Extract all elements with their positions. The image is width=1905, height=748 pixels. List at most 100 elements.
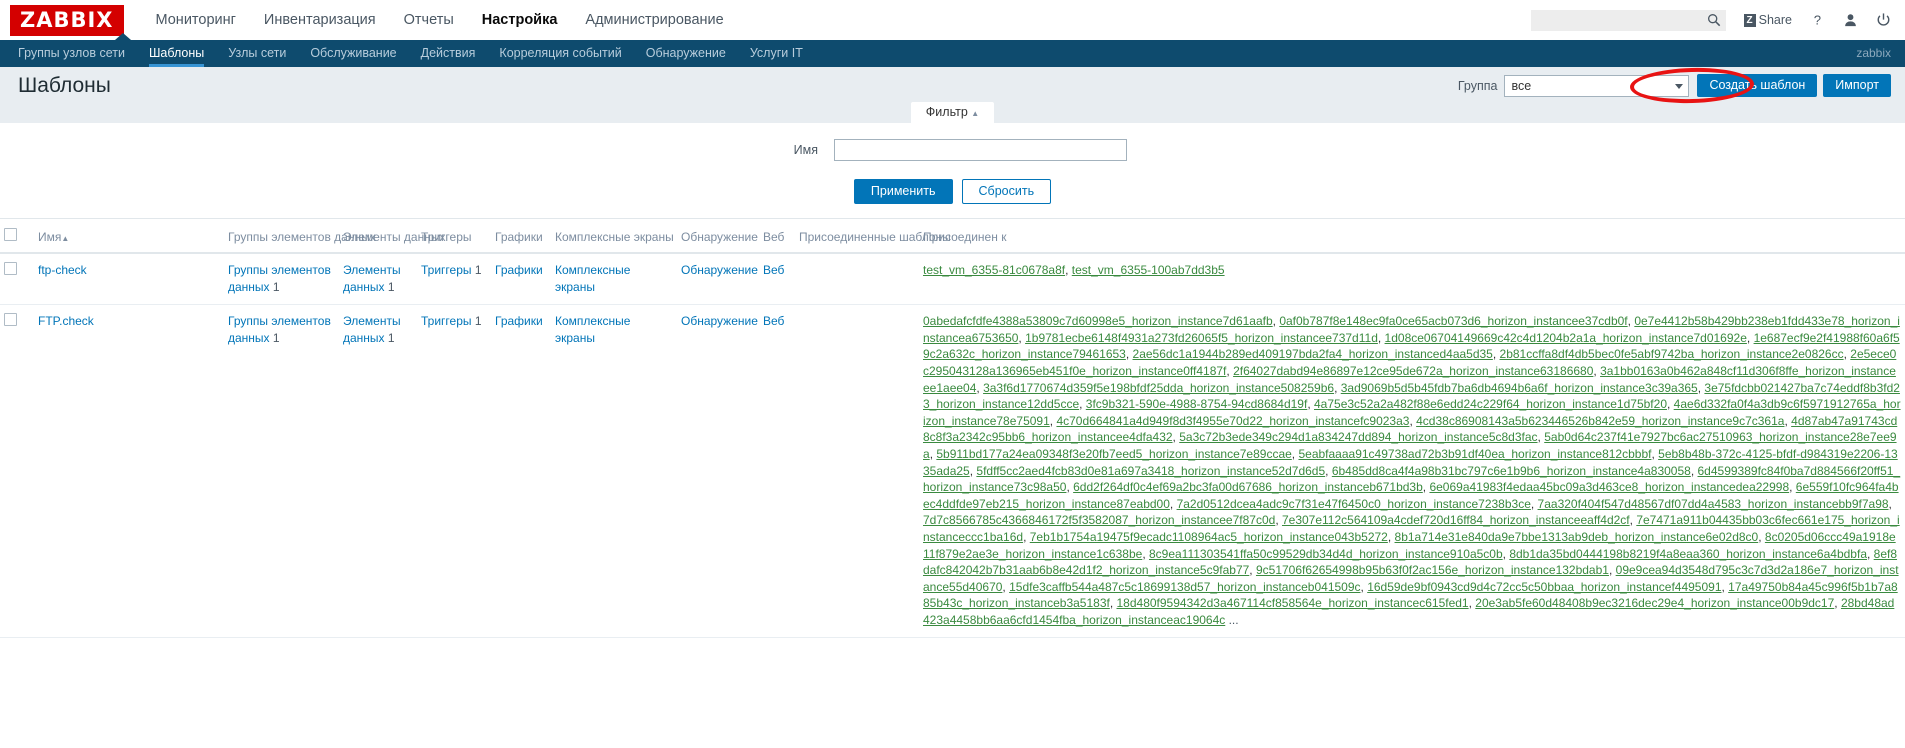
- linked-host-link[interactable]: 6b485dd8ca4f4a98b31bc797c6e1b9b6_horizon…: [1332, 464, 1691, 478]
- zabbix-logo[interactable]: ZABBIX: [10, 5, 124, 36]
- select-all-checkbox[interactable]: [4, 228, 17, 241]
- linked-host-link[interactable]: 7aa320f404f547d48567df07dd4a4583_horizon…: [1538, 497, 1889, 511]
- apply-button[interactable]: Применить: [854, 179, 953, 204]
- linked-host-link[interactable]: 6e069a41983f4edaa45bc09a3d463ce8_horizon…: [1429, 480, 1789, 494]
- discovery-link[interactable]: Обнаружение: [681, 314, 758, 328]
- graphs-link[interactable]: Графики: [495, 314, 543, 328]
- linked-host-link[interactable]: 2f64027dabd94e86897e12ce95de672a_horizon…: [1233, 364, 1593, 378]
- linked-host-link[interactable]: 4cd38c86908143a5b623446526b842e59_horizo…: [1416, 414, 1784, 428]
- linked-host-link[interactable]: 4a75e3c52a2a482f88e6edd24c229f64_horizon…: [1314, 397, 1667, 411]
- row-checkbox[interactable]: [4, 313, 17, 326]
- linked-host-link[interactable]: 3fc9b321-590e-4988-8754-94cd8684d19f: [1086, 397, 1308, 411]
- discovery-link[interactable]: Обнаружение: [681, 263, 758, 277]
- item-groups-link-count: 1: [270, 280, 280, 294]
- graphs-link[interactable]: Графики: [495, 263, 543, 277]
- filter-tab-row: Фильтр ▲: [0, 104, 1905, 123]
- share-label: Share: [1759, 13, 1792, 27]
- web-link[interactable]: Веб: [763, 263, 784, 277]
- linked-host-link[interactable]: 7e307e112c564109a4cdef720d16ff84_horizon…: [1282, 513, 1630, 527]
- search-box[interactable]: [1531, 10, 1726, 31]
- linked-host-link[interactable]: 5fdff5cc2aed4fcb83d0e81a697a3418_horizon…: [976, 464, 1325, 478]
- filter-tab[interactable]: Фильтр ▲: [911, 102, 994, 123]
- linked-host-link[interactable]: 1b9781ecbe6148f4931a273fd26065f5_horizon…: [1025, 331, 1378, 345]
- linked-host-link[interactable]: test_vm_6355-100ab7dd3b5: [1072, 263, 1225, 277]
- linked-host-link[interactable]: 0abedafcfdfe4388a53809c7d60998e5_horizon…: [923, 314, 1273, 328]
- linked-host-link[interactable]: 0af0b787f8e148ec9fa0ce65acb073d6_horizon…: [1279, 314, 1627, 328]
- linked-host-link[interactable]: 5b911bd177a24ea09348f3e20fb7eed5_horizon…: [936, 447, 1291, 461]
- subnav-item-discovery[interactable]: Обнаружение: [634, 40, 738, 67]
- row-select-cell: [0, 305, 34, 638]
- linked-host-link[interactable]: 7d7c8566785c4366846172f5f3582087_horizon…: [923, 513, 1275, 527]
- linked-host-link[interactable]: 2b81ccffa8df4db5bec0fe5abf9742ba_horizon…: [1500, 347, 1844, 361]
- linked-to-cell: 0abedafcfdfe4388a53809c7d60998e5_horizon…: [919, 305, 1905, 638]
- help-icon[interactable]: ?: [1810, 12, 1825, 28]
- triggers-link[interactable]: Триггеры: [421, 263, 472, 277]
- triggers-cell: Триггеры 1: [417, 253, 491, 305]
- header-graphs: Графики: [491, 219, 551, 253]
- linked-host-link[interactable]: 5eabfaaaa91c49738ad72b3b91df40ea_horizon…: [1298, 447, 1651, 461]
- linked-host-link[interactable]: 16d59de9bf0943cd9d4c72cc5c50bbaa_horizon…: [1367, 580, 1721, 594]
- linked-host-link[interactable]: 8db1da35bd0444198b8219f4a8eaa360_horizon…: [1509, 547, 1867, 561]
- create-template-button[interactable]: Создать шаблон: [1697, 74, 1817, 97]
- linked-host-link[interactable]: 5a3c72b3ede349c294d1a834247dd894_horizon…: [1179, 430, 1537, 444]
- linked-host-link[interactable]: 3a3f6d1770674d359f5e198bfdf25dda_horizon…: [983, 381, 1334, 395]
- header-item-groups: Группы элементов данных: [224, 219, 339, 253]
- web-link[interactable]: Веб: [763, 314, 784, 328]
- linked-host-link[interactable]: 7a2d0512dcea4adc9c7f31e47f6450c0_horizon…: [1177, 497, 1531, 511]
- nav-pointer-icon: [115, 33, 131, 40]
- linked-host-link[interactable]: 15dfe3caffb544a487c5c18699138d57_horizon…: [1009, 580, 1360, 594]
- linked-host-link[interactable]: 2ae56dc1a1944b289ed409197bda2fa4_horizon…: [1133, 347, 1493, 361]
- search-input[interactable]: [1531, 10, 1726, 31]
- subnav-item-hosts[interactable]: Узлы сети: [216, 40, 298, 67]
- filter-name-label: Имя: [778, 143, 818, 157]
- filter-name-input[interactable]: [834, 139, 1127, 161]
- main-navigation: Мониторинг Инвентаризация Отчеты Настрой…: [142, 0, 738, 40]
- linked-host-link[interactable]: 7eb1b1754a19475f9ecadc1108964ac5_horizon…: [1030, 530, 1388, 544]
- linked-host-link[interactable]: test_vm_6355-81c0678a8f: [923, 263, 1065, 277]
- reset-button[interactable]: Сбросить: [962, 179, 1052, 204]
- nav-item-inventory[interactable]: Инвентаризация: [250, 0, 390, 40]
- nav-item-reports[interactable]: Отчеты: [390, 0, 468, 40]
- linked-host-link[interactable]: 1d08ce06704149669c42c4d1204b2a1a_horizon…: [1385, 331, 1747, 345]
- linked-host-link[interactable]: 4c70d664841a4d949f8d3f4955e70d22_horizon…: [1056, 414, 1409, 428]
- template-name-cell: FTP.check: [34, 305, 224, 638]
- search-icon[interactable]: [1707, 13, 1721, 30]
- row-checkbox[interactable]: [4, 262, 17, 275]
- items-link-count: 1: [385, 280, 395, 294]
- subnav-item-maintenance[interactable]: Обслуживание: [298, 40, 408, 67]
- items-cell: Элементы данных 1: [339, 253, 417, 305]
- linked-host-link[interactable]: 6dd2f264df0c4ef69a2bc3fa00d67686_horizon…: [1073, 480, 1423, 494]
- template-name-link[interactable]: ftp-check: [38, 263, 87, 277]
- top-header: ZABBIX Мониторинг Инвентаризация Отчеты …: [0, 0, 1905, 40]
- linked-host-link[interactable]: 18d480f9594342d3a467114cf858564e_horizon…: [1117, 596, 1469, 610]
- import-button[interactable]: Импорт: [1823, 74, 1891, 97]
- items-cell: Элементы данных 1: [339, 305, 417, 638]
- subnav-item-event-correlation[interactable]: Корреляция событий: [487, 40, 633, 67]
- linked-host-link[interactable]: 8c9ea111303541ffa50c99529db34d4d_horizon…: [1149, 547, 1503, 561]
- user-icon[interactable]: [1843, 12, 1858, 28]
- header-web: Веб: [759, 219, 795, 253]
- linked-host-link[interactable]: 8b1a714e31e840da9e7bbe1313ab9deb_horizon…: [1395, 530, 1759, 544]
- header-triggers: Триггеры: [417, 219, 491, 253]
- nav-item-monitoring[interactable]: Мониторинг: [142, 0, 250, 40]
- header-name[interactable]: Имя▲: [34, 219, 224, 253]
- linked-host-link[interactable]: 3ad9069b5d5b45fdb7ba6db4694b6a6f_horizon…: [1341, 381, 1698, 395]
- template-name-link[interactable]: FTP.check: [38, 314, 94, 328]
- subnav-item-actions[interactable]: Действия: [409, 40, 488, 67]
- subnav-item-host-groups[interactable]: Группы узлов сети: [6, 40, 137, 67]
- screens-link[interactable]: Комплексные экраны: [555, 314, 630, 345]
- linked-host-link[interactable]: 9c51706f62654998b95b63f0f2ac156e_horizon…: [1256, 563, 1609, 577]
- items-link-count: 1: [385, 331, 395, 345]
- item-groups-link-count: 1: [270, 331, 280, 345]
- triggers-link[interactable]: Триггеры: [421, 314, 472, 328]
- share-button[interactable]: Z Share: [1744, 13, 1792, 27]
- item-groups-cell: Группы элементов данных 1: [224, 305, 339, 638]
- linked-host-link[interactable]: 20e3ab5fe60d48408b9ec3216dec29e4_horizon…: [1475, 596, 1834, 610]
- subnav-item-it-services[interactable]: Услуги IT: [738, 40, 815, 67]
- screens-link[interactable]: Комплексные экраны: [555, 263, 630, 294]
- nav-item-configuration[interactable]: Настройка: [468, 0, 572, 40]
- subnav-item-templates[interactable]: Шаблоны: [137, 40, 216, 67]
- power-icon[interactable]: [1876, 12, 1891, 28]
- group-select[interactable]: все: [1504, 75, 1689, 97]
- nav-item-administration[interactable]: Администрирование: [571, 0, 737, 40]
